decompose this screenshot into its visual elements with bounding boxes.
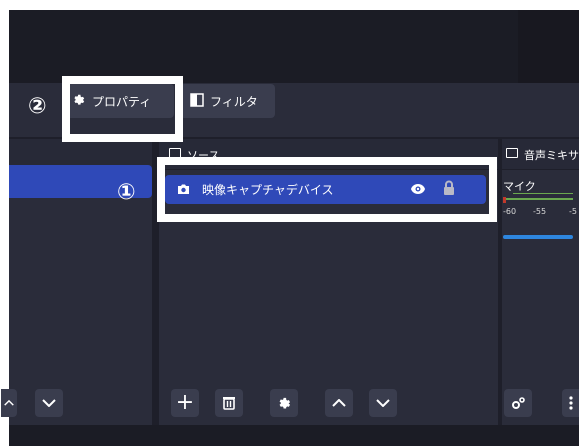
mixer-advanced-settings-button[interactable] — [504, 389, 532, 417]
mixer-peak-indicator — [503, 197, 506, 203]
filter-icon — [190, 93, 206, 109]
mixer-panel-header: 音声ミキサ — [502, 139, 579, 170]
mixer-volume-meter-top — [513, 193, 573, 194]
mixer-volume-slider[interactable] — [503, 235, 573, 239]
mixer-tick: -5 — [569, 207, 577, 216]
chevron-up-icon — [332, 399, 346, 407]
source-highlight-box — [157, 157, 497, 222]
mixer-volume-meter — [503, 198, 573, 200]
scene-move-down-button[interactable] — [35, 389, 63, 417]
step-2-marker: ② — [28, 94, 47, 119]
trash-icon — [223, 397, 235, 410]
gears-icon — [512, 397, 525, 409]
mixer-channel-label: マイク — [503, 180, 536, 193]
properties-highlight-box — [62, 76, 183, 142]
source-move-down-button[interactable] — [369, 389, 397, 417]
preview-area-right — [518, 10, 579, 83]
mixer-tick: -60 — [503, 207, 517, 216]
mixer-panel-title: 音声ミキサ — [524, 149, 579, 162]
chevron-down-icon — [42, 399, 56, 407]
chevron-down-icon — [376, 399, 390, 407]
mixer-menu-button[interactable] — [562, 389, 579, 417]
scene-move-up-button[interactable] — [1, 389, 17, 417]
mixer-tick: -55 — [533, 207, 547, 216]
source-move-up-button[interactable] — [325, 389, 353, 417]
chevron-up-icon — [4, 399, 14, 406]
step-1-marker: ① — [117, 180, 136, 205]
remove-source-button[interactable] — [215, 389, 243, 417]
filters-button[interactable]: フィルタ — [180, 84, 275, 118]
mixer-panel-icon — [506, 148, 518, 158]
plus-icon: + — [175, 390, 195, 415]
gear-icon — [279, 397, 290, 408]
preview-area — [9, 10, 579, 83]
status-bar — [9, 425, 579, 446]
source-properties-button[interactable] — [270, 389, 298, 417]
add-source-button[interactable]: + — [171, 389, 199, 417]
filters-label: フィルタ — [210, 94, 258, 109]
kebab-menu-icon — [568, 396, 573, 410]
